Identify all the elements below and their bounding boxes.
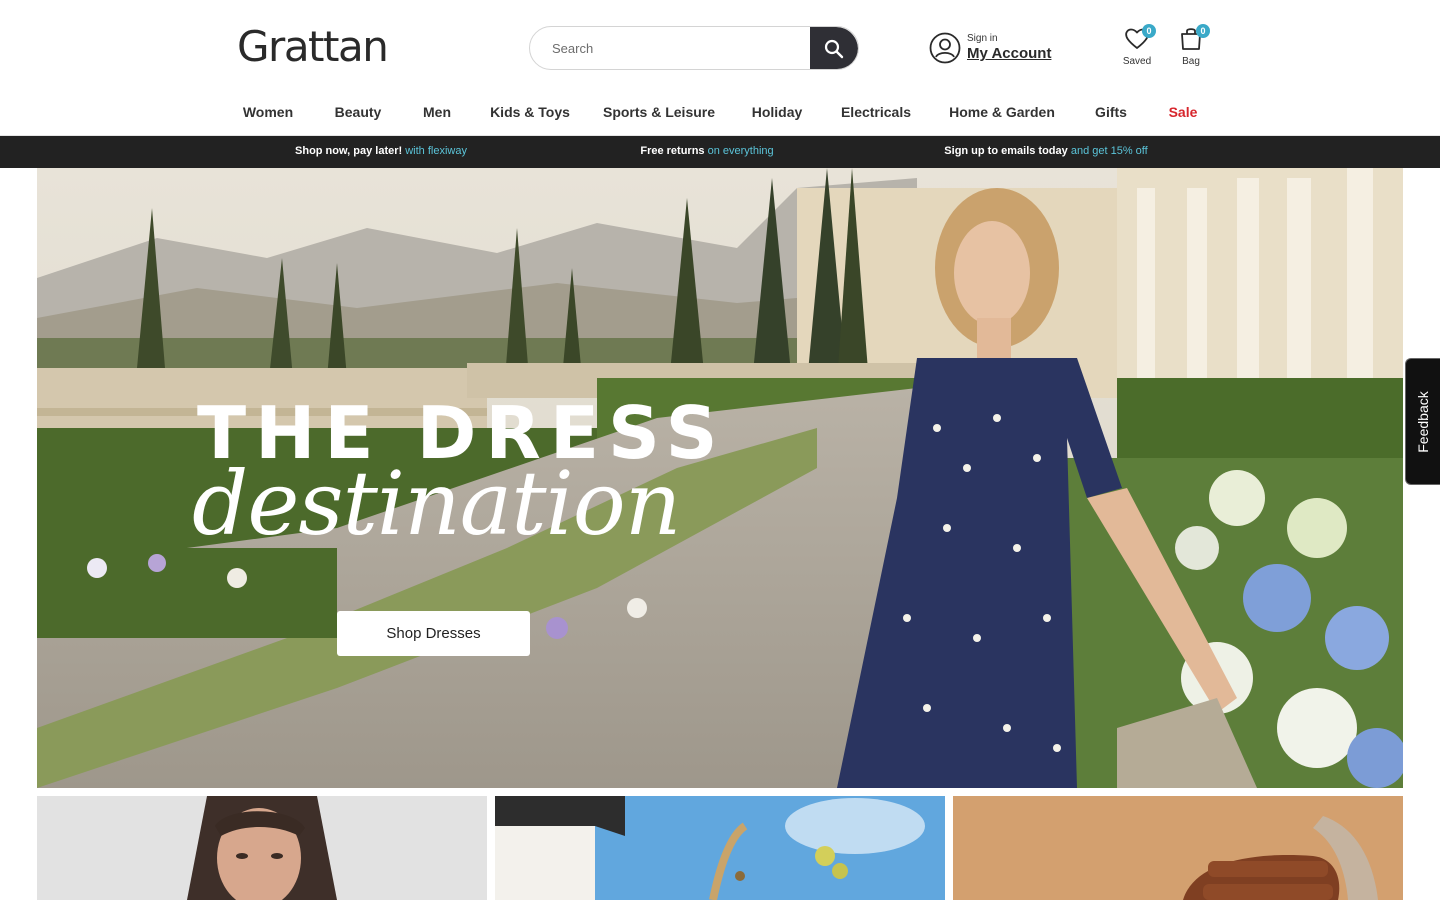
feedback-tab[interactable]: Feedback [1405, 358, 1440, 485]
feedback-label: Feedback [1415, 390, 1431, 453]
promo-returns-strong: Free returns [640, 145, 705, 157]
promo-bar: Shop now, pay later! with flexiway Free … [0, 136, 1440, 168]
main-nav: Women Beauty Men Kids & Toys Sports & Le… [0, 96, 1440, 136]
promo-tile-footwear[interactable] [953, 796, 1403, 900]
user-icon [929, 32, 961, 64]
grattan-logo[interactable]: Grattan [237, 24, 389, 70]
saved-count-badge: 0 [1142, 24, 1156, 38]
promo-flexiway[interactable]: Shop now, pay later! with flexiway [295, 145, 467, 157]
promo-tile-womenswear[interactable] [37, 796, 487, 900]
nav-item-electricals[interactable]: Electricals [841, 104, 911, 120]
bag-label: Bag [1182, 56, 1200, 67]
promo-tile-garden[interactable] [495, 796, 945, 900]
nav-item-sale[interactable]: Sale [1169, 104, 1198, 120]
my-account-label[interactable]: My Account [967, 45, 1051, 63]
hero-banner[interactable]: THE DRESS destination Shop Dresses [37, 168, 1403, 788]
woman-portrait-image [37, 796, 487, 900]
promo-returns-accent: on everything [707, 145, 774, 157]
nav-item-home-garden[interactable]: Home & Garden [949, 104, 1055, 120]
my-account-link[interactable]: Sign in My Account [929, 30, 1051, 66]
promo-flexiway-accent: with flexiway [405, 145, 467, 157]
promo-email-strong: Sign up to emails today [944, 145, 1068, 157]
garden-lounger-image [495, 796, 945, 900]
nav-item-beauty[interactable]: Beauty [335, 104, 382, 120]
nav-item-sports-leisure[interactable]: Sports & Leisure [603, 104, 715, 120]
bag-button[interactable]: 0 Bag [1166, 24, 1216, 72]
promo-free-returns[interactable]: Free returns on everything [640, 145, 773, 157]
account-text: Sign in My Account [967, 33, 1051, 63]
nav-item-gifts[interactable]: Gifts [1095, 104, 1127, 120]
shop-dresses-button[interactable]: Shop Dresses [337, 611, 530, 656]
site-header: Grattan Sign in My Account 0 Saved [0, 0, 1440, 96]
search-input[interactable] [530, 27, 812, 69]
sandals-image [953, 796, 1403, 900]
promo-flexiway-strong: Shop now, pay later! [295, 145, 403, 157]
nav-item-men[interactable]: Men [423, 104, 451, 120]
search-bar [529, 26, 859, 70]
nav-item-women[interactable]: Women [243, 104, 293, 120]
hero-script-title: destination [192, 452, 681, 555]
nav-item-holiday[interactable]: Holiday [752, 104, 803, 120]
promo-email-signup[interactable]: Sign up to emails today and get 15% off [944, 145, 1147, 157]
nav-item-kids-toys[interactable]: Kids & Toys [490, 104, 570, 120]
bag-count-badge: 0 [1196, 24, 1210, 38]
saved-button[interactable]: 0 Saved [1112, 24, 1162, 72]
saved-label: Saved [1122, 56, 1152, 67]
sign-in-label: Sign in [967, 33, 998, 44]
promo-email-accent: and get 15% off [1070, 145, 1148, 157]
search-icon [824, 39, 844, 59]
search-button[interactable] [810, 27, 858, 69]
